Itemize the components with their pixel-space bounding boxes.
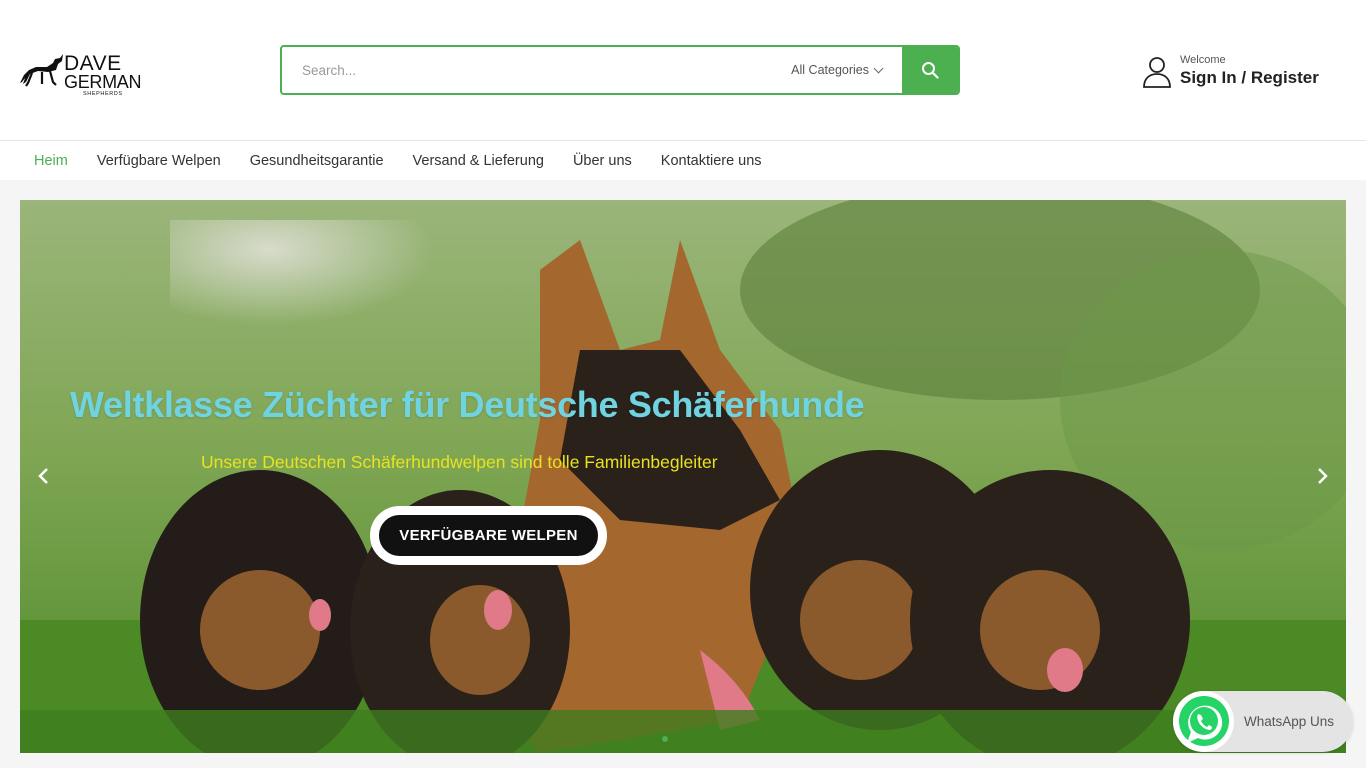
category-select[interactable]: All Categories bbox=[781, 47, 902, 93]
whatsapp-icon-wrapper bbox=[1173, 691, 1234, 752]
chevron-down-icon bbox=[873, 63, 884, 73]
available-puppies-button[interactable]: VERFÜGBARE WELPEN bbox=[370, 506, 607, 565]
slider-next-button[interactable] bbox=[1310, 464, 1334, 488]
nav-item-heim[interactable]: Heim bbox=[34, 153, 68, 169]
whatsapp-button[interactable]: WhatsApp Uns bbox=[1173, 691, 1353, 752]
hero-image bbox=[20, 200, 1346, 753]
category-select-label: All Categories bbox=[791, 63, 869, 77]
nav-item-kontaktiere-uns[interactable]: Kontaktiere uns bbox=[661, 153, 762, 169]
site-header: DAVE GERMAN SHEPHERDS All Categories Wel… bbox=[0, 0, 1366, 141]
welcome-label: Welcome bbox=[1180, 54, 1226, 66]
nav-item-gesundheitsgarantie[interactable]: Gesundheitsgarantie bbox=[250, 153, 384, 169]
search-icon bbox=[922, 62, 939, 79]
nav-item-versand-lieferung[interactable]: Versand & Lieferung bbox=[413, 153, 544, 169]
search-input[interactable] bbox=[282, 47, 782, 93]
chevron-right-icon bbox=[1318, 468, 1328, 484]
slider-prev-button[interactable] bbox=[32, 464, 56, 488]
logo-line1: DAVE bbox=[64, 52, 122, 75]
user-icon bbox=[1143, 56, 1171, 88]
chevron-left-icon bbox=[38, 468, 48, 484]
slider-dot[interactable] bbox=[662, 736, 668, 742]
sign-in-register-link[interactable]: Sign In / Register bbox=[1180, 67, 1319, 89]
hero-section: Weltklasse Züchter für Deutsche Schäferh… bbox=[0, 180, 1366, 768]
account-link[interactable]: Welcome Sign In / Register bbox=[1142, 54, 1319, 89]
logo-text: DAVE GERMAN SHEPHERDS bbox=[64, 52, 142, 98]
logo-line3: SHEPHERDS bbox=[83, 91, 123, 97]
nav-item-verfuegbare-welpen[interactable]: Verfügbare Welpen bbox=[97, 153, 221, 169]
hero-title: Weltklasse Züchter für Deutsche Schäferh… bbox=[70, 384, 865, 425]
main-nav: Heim Verfügbare Welpen Gesundheitsgarant… bbox=[0, 141, 1366, 180]
nav-item-ueber-uns[interactable]: Über uns bbox=[573, 153, 632, 169]
search-button[interactable] bbox=[902, 47, 958, 93]
dog-logo-icon bbox=[20, 54, 63, 87]
whatsapp-label: WhatsApp Uns bbox=[1244, 714, 1335, 729]
search-bar: All Categories bbox=[280, 45, 960, 95]
site-logo[interactable]: DAVE GERMAN SHEPHERDS bbox=[20, 52, 142, 102]
logo-line2: GERMAN bbox=[64, 72, 142, 92]
whatsapp-icon bbox=[1178, 695, 1229, 746]
hero-subtitle: Unsere Deutschen Schäferhundwelpen sind … bbox=[201, 452, 718, 472]
hero-slider: Weltklasse Züchter für Deutsche Schäferh… bbox=[20, 200, 1346, 753]
